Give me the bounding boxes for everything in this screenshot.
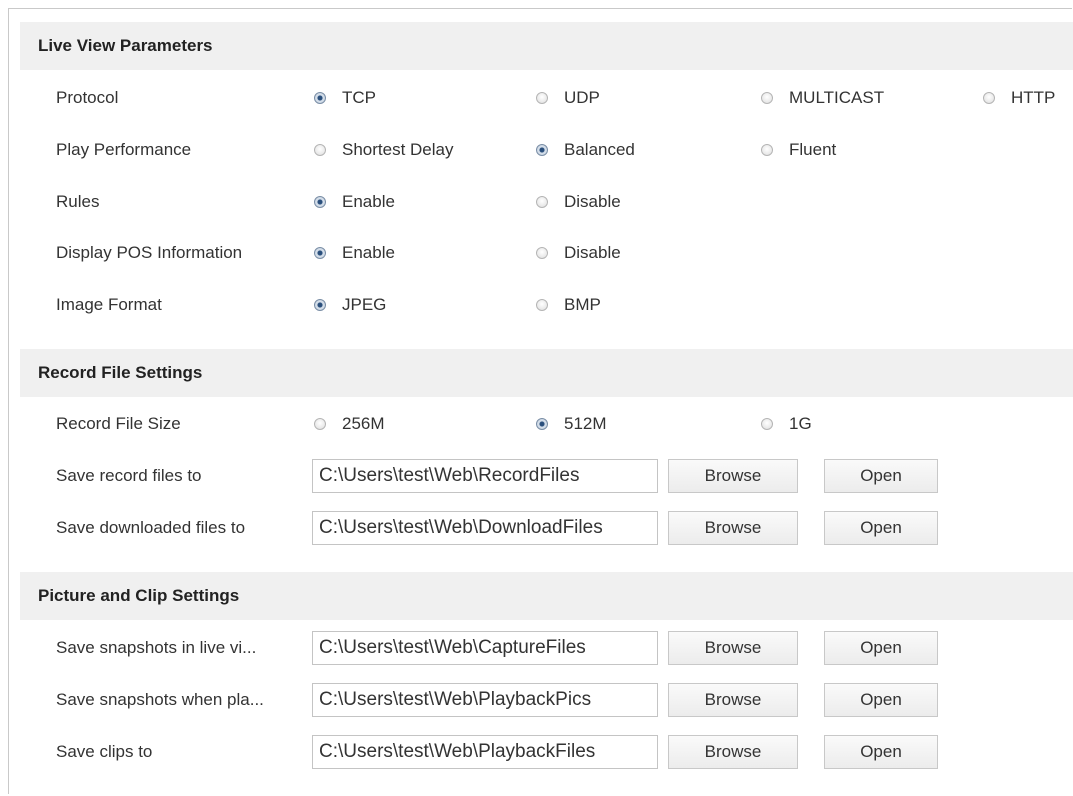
section-header-live-view: Live View Parameters: [20, 22, 1073, 70]
clips-open-button[interactable]: Open: [824, 735, 938, 769]
display-pos-radio-enable[interactable]: Enable: [314, 242, 395, 264]
downloaded-files-open-button[interactable]: Open: [824, 511, 938, 545]
play-performance-radio-balanced[interactable]: Balanced: [536, 139, 635, 161]
radio-unchecked-icon: [314, 417, 326, 430]
downloaded-files-browse-button[interactable]: Browse: [668, 511, 798, 545]
snapshots-playback-open-button[interactable]: Open: [824, 683, 938, 717]
radio-checked-icon: [314, 91, 326, 104]
snapshots-playback-path-input[interactable]: [312, 683, 658, 717]
radio-unchecked-icon: [536, 195, 548, 208]
snapshots-live-open-button[interactable]: Open: [824, 631, 938, 665]
protocol-radio-multicast[interactable]: MULTICAST: [761, 87, 884, 109]
clips-browse-button[interactable]: Browse: [668, 735, 798, 769]
protocol-radio-http[interactable]: HTTP: [983, 87, 1055, 109]
snapshots-playback-browse-button[interactable]: Browse: [668, 683, 798, 717]
play-performance-radio-shortest-delay[interactable]: Shortest Delay: [314, 139, 454, 161]
record-files-path-input[interactable]: [312, 459, 658, 493]
radio-unchecked-icon: [761, 91, 773, 104]
radio-unchecked-icon: [983, 91, 995, 104]
rules-radio-disable[interactable]: Disable: [536, 191, 621, 213]
radio-unchecked-icon: [536, 246, 548, 259]
image-format-radio-jpeg[interactable]: JPEG: [314, 294, 386, 316]
record-file-size-radio-1g[interactable]: 1G: [761, 413, 812, 435]
play-performance-radio-fluent[interactable]: Fluent: [761, 139, 836, 161]
save-snapshots-live-label: Save snapshots in live vi...: [56, 638, 257, 657]
snapshots-live-path-input[interactable]: [312, 631, 658, 665]
rules-label: Rules: [56, 192, 100, 211]
radio-checked-icon: [536, 143, 548, 156]
record-file-size-radio-512m[interactable]: 512M: [536, 413, 607, 435]
radio-checked-icon: [314, 195, 326, 208]
image-format-label: Image Format: [56, 295, 162, 314]
save-record-files-label: Save record files to: [56, 466, 202, 485]
display-pos-radio-disable[interactable]: Disable: [536, 242, 621, 264]
record-file-size-label: Record File Size: [56, 414, 181, 433]
protocol-radio-tcp[interactable]: TCP: [314, 87, 376, 109]
clips-path-input[interactable]: [312, 735, 658, 769]
record-file-size-radio-256m[interactable]: 256M: [314, 413, 385, 435]
protocol-radio-udp[interactable]: UDP: [536, 87, 600, 109]
section-header-record-file: Record File Settings: [20, 349, 1073, 397]
record-files-browse-button[interactable]: Browse: [668, 459, 798, 493]
radio-unchecked-icon: [536, 91, 548, 104]
record-files-open-button[interactable]: Open: [824, 459, 938, 493]
radio-unchecked-icon: [761, 143, 773, 156]
protocol-label: Protocol: [56, 88, 119, 107]
play-performance-label: Play Performance: [56, 140, 192, 159]
save-downloaded-files-label: Save downloaded files to: [56, 518, 246, 537]
save-snapshots-playback-label: Save snapshots when pla...: [56, 690, 264, 709]
radio-checked-icon: [536, 417, 548, 430]
display-pos-label: Display POS Information: [56, 243, 243, 262]
rules-radio-enable[interactable]: Enable: [314, 191, 395, 213]
radio-checked-icon: [314, 298, 326, 311]
downloaded-files-path-input[interactable]: [312, 511, 658, 545]
image-format-radio-bmp[interactable]: BMP: [536, 294, 601, 316]
section-header-picture-clip: Picture and Clip Settings: [20, 572, 1073, 620]
radio-unchecked-icon: [536, 298, 548, 311]
radio-checked-icon: [314, 246, 326, 259]
snapshots-live-browse-button[interactable]: Browse: [668, 631, 798, 665]
radio-unchecked-icon: [761, 417, 773, 430]
settings-panel: [8, 8, 1072, 794]
radio-unchecked-icon: [314, 143, 326, 156]
save-clips-label: Save clips to: [56, 742, 153, 761]
